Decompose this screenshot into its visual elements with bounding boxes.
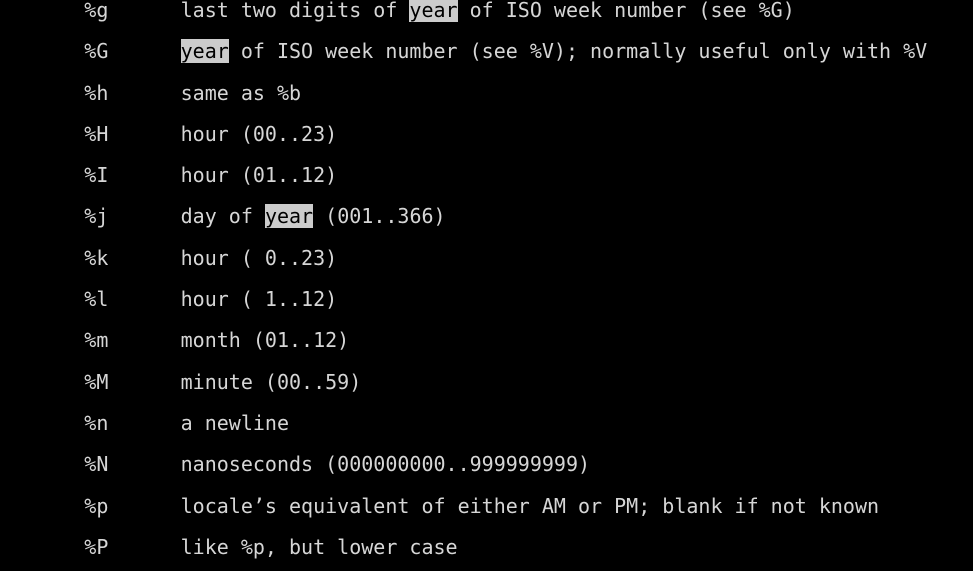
format-description: minute (00..59) (181, 370, 362, 394)
format-code: %n (84, 410, 109, 435)
format-description: hour (00..23) (181, 122, 338, 146)
description-text: hour (00..23) (180, 121, 338, 146)
man-page-content[interactable]: %g last two digits of year of ISO week n… (0, 0, 973, 568)
description-text: of ISO week number (see %V); normally us… (228, 39, 928, 64)
description-text: of ISO week number (see %G) (457, 0, 795, 22)
column-gap (108, 535, 180, 559)
column-gap (108, 452, 180, 476)
description-text: nanoseconds (000000000..999999999) (180, 452, 591, 477)
format-description: month (01..12) (181, 328, 350, 352)
format-description: hour (01..12) (181, 163, 338, 187)
format-description: year of ISO week number (see %V); normal… (180, 39, 928, 64)
man-entry-row: %h same as %b (0, 73, 973, 114)
man-entry-row: %n a newline (0, 403, 973, 444)
man-entry-row: %G year of ISO week number (see %V); nor… (0, 31, 973, 72)
format-code: %l (84, 287, 109, 312)
column-gap (108, 204, 180, 228)
column-gap (108, 411, 180, 435)
column-gap (108, 328, 180, 352)
man-entry-row: %I hour (01..12) (0, 155, 973, 196)
description-text: like %p, but lower case (180, 534, 458, 559)
man-entry-row: %p locale’s equivalent of either AM or P… (0, 486, 973, 527)
column-gap (108, 81, 180, 105)
format-code: %N (84, 452, 109, 477)
man-entry-row: %g last two digits of year of ISO week n… (0, 0, 973, 31)
format-description: hour ( 0..23) (181, 246, 338, 270)
format-code: %g (84, 0, 109, 22)
format-description: nanoseconds (000000000..999999999) (181, 452, 590, 476)
description-text: hour ( 0..23) (180, 245, 338, 270)
description-text: last two digits of (180, 0, 410, 22)
man-entry-row: %m month (01..12) (0, 320, 973, 361)
search-match-highlight: year (180, 39, 229, 64)
description-text: (001..366) (313, 204, 446, 229)
column-gap (108, 494, 180, 518)
format-code: %k (84, 245, 109, 270)
format-code: %G (84, 39, 109, 64)
description-text: locale’s equivalent of either AM or PM; … (180, 493, 880, 518)
format-code: %P (84, 534, 109, 559)
format-code: %p (84, 493, 109, 518)
search-match-highlight: year (409, 0, 458, 22)
format-code: %H (84, 121, 109, 146)
description-text: day of (180, 204, 265, 229)
column-gap (108, 122, 180, 146)
format-code: %M (84, 369, 109, 394)
format-code: %I (84, 163, 109, 188)
format-description: day of year (001..366) (180, 204, 446, 229)
format-description: same as %b (181, 81, 301, 105)
description-text: minute (00..59) (180, 369, 362, 394)
column-gap (108, 0, 180, 22)
man-entry-row: %P like %p, but lower case (0, 527, 973, 568)
man-entry-row: %l hour ( 1..12) (0, 279, 973, 320)
format-code: %h (84, 80, 109, 105)
description-text: month (01..12) (180, 328, 350, 353)
format-description: last two digits of year of ISO week numb… (181, 0, 795, 22)
description-text: hour (01..12) (180, 163, 338, 188)
format-description: a newline (181, 411, 289, 435)
format-description: locale’s equivalent of either AM or PM; … (181, 494, 879, 518)
format-description: like %p, but lower case (181, 535, 458, 559)
man-entry-row: %M minute (00..59) (0, 362, 973, 403)
column-gap (108, 246, 180, 270)
description-text: hour ( 1..12) (180, 287, 338, 312)
column-gap (108, 39, 180, 63)
column-gap (108, 370, 180, 394)
man-entry-row: %H hour (00..23) (0, 114, 973, 155)
search-match-highlight: year (264, 204, 314, 229)
format-code: %j (84, 204, 109, 229)
terminal-window[interactable]: %g last two digits of year of ISO week n… (0, 0, 973, 571)
description-text: a newline (180, 410, 290, 435)
man-entry-row: %j day of year (001..366) (0, 196, 973, 237)
column-gap (108, 287, 180, 311)
description-text: same as %b (180, 80, 302, 105)
column-gap (108, 163, 180, 187)
format-code: %m (84, 328, 109, 353)
format-description: hour ( 1..12) (181, 287, 338, 311)
man-entry-row: %k hour ( 0..23) (0, 238, 973, 279)
man-entry-row: %N nanoseconds (000000000..999999999) (0, 444, 973, 485)
